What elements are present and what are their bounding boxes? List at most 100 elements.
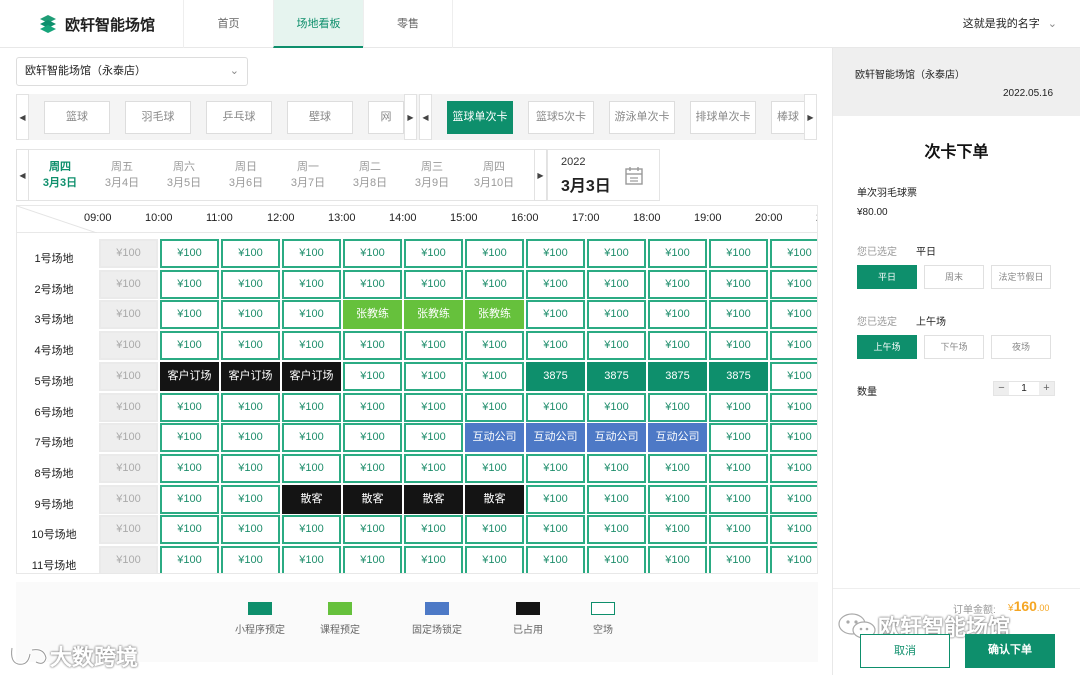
available-slot[interactable]: ¥100 bbox=[709, 331, 768, 361]
available-slot[interactable]: ¥100 bbox=[648, 239, 707, 268]
card-baseball[interactable]: 棒球 bbox=[771, 101, 805, 134]
option-weekday[interactable]: 平日 bbox=[857, 265, 917, 289]
option-afternoon[interactable]: 下午场 bbox=[924, 335, 984, 359]
available-slot[interactable]: ¥100 bbox=[648, 331, 707, 361]
available-slot[interactable]: ¥100 bbox=[343, 423, 402, 453]
user-menu[interactable]: 这就是我的名字 ⌄ bbox=[963, 0, 1057, 48]
sport-squash[interactable]: 壁球 bbox=[287, 101, 353, 134]
course-booking-cell[interactable]: 张教练 bbox=[343, 300, 402, 330]
available-slot[interactable]: ¥100 bbox=[404, 453, 463, 483]
available-slot[interactable]: ¥100 bbox=[160, 423, 219, 453]
miniprogram-booking-cell[interactable]: 3875 bbox=[526, 361, 585, 391]
available-slot[interactable]: ¥100 bbox=[526, 546, 585, 573]
occupied-cell[interactable]: 散客 bbox=[465, 484, 524, 514]
available-slot[interactable]: ¥100 bbox=[709, 453, 768, 483]
available-slot[interactable]: ¥100 bbox=[282, 239, 341, 268]
available-slot[interactable]: ¥100 bbox=[404, 515, 463, 545]
available-slot[interactable]: ¥100 bbox=[709, 269, 768, 299]
available-slot[interactable]: ¥100 bbox=[526, 239, 585, 268]
available-slot[interactable]: ¥100 bbox=[526, 331, 585, 361]
available-slot[interactable]: ¥100 bbox=[160, 546, 219, 573]
available-slot[interactable]: ¥100 bbox=[404, 269, 463, 299]
available-slot[interactable]: ¥100 bbox=[648, 453, 707, 483]
available-slot[interactable]: ¥100 bbox=[404, 392, 463, 422]
available-slot[interactable]: ¥100 bbox=[465, 331, 524, 361]
confirm-order-button[interactable]: 确认下单 bbox=[965, 634, 1055, 668]
venue-select[interactable]: 欧轩智能场馆（永泰店） ⌄ bbox=[16, 57, 248, 86]
card-swim-single[interactable]: 游泳单次卡 bbox=[609, 101, 675, 134]
available-slot[interactable]: ¥100 bbox=[526, 515, 585, 545]
available-slot[interactable]: ¥100 bbox=[221, 269, 280, 299]
plus-icon[interactable]: + bbox=[1039, 382, 1054, 395]
available-slot[interactable]: ¥100 bbox=[709, 423, 768, 453]
date-tab[interactable]: 周四 3月3日 bbox=[29, 159, 91, 191]
available-slot[interactable]: ¥100 bbox=[587, 269, 646, 299]
available-slot[interactable]: ¥100 bbox=[526, 453, 585, 483]
available-slot[interactable]: ¥100 bbox=[343, 269, 402, 299]
tab-retail[interactable]: 零售 bbox=[363, 0, 453, 48]
available-slot[interactable]: ¥100 bbox=[404, 423, 463, 453]
available-slot[interactable]: ¥100 bbox=[343, 453, 402, 483]
occupied-cell[interactable]: 客户订场 bbox=[160, 361, 219, 391]
available-slot[interactable]: ¥100 bbox=[404, 331, 463, 361]
app-logo[interactable]: 欧轩智能场馆 bbox=[37, 13, 155, 35]
available-slot[interactable]: ¥100 bbox=[526, 300, 585, 330]
fixed-lock-cell[interactable]: 互动公司 bbox=[648, 423, 707, 453]
option-morning[interactable]: 上午场 bbox=[857, 335, 917, 359]
occupied-cell[interactable]: 客户订场 bbox=[282, 361, 341, 391]
miniprogram-booking-cell[interactable]: 3875 bbox=[587, 361, 646, 391]
available-slot[interactable]: ¥100 bbox=[465, 239, 524, 268]
available-slot[interactable]: ¥100 bbox=[282, 392, 341, 422]
available-slot[interactable]: ¥100 bbox=[343, 331, 402, 361]
date-tab[interactable]: 周三 3月9日 bbox=[401, 159, 463, 191]
available-slot[interactable]: ¥100 bbox=[221, 453, 280, 483]
sports-next-icon[interactable]: ▶ bbox=[404, 94, 417, 140]
cancel-button[interactable]: 取消 bbox=[860, 634, 950, 668]
course-booking-cell[interactable]: 张教练 bbox=[404, 300, 463, 330]
minus-icon[interactable]: − bbox=[994, 382, 1009, 395]
available-slot[interactable]: ¥100 bbox=[221, 392, 280, 422]
date-tab[interactable]: 周五 3月4日 bbox=[91, 159, 153, 191]
available-slot[interactable]: ¥100 bbox=[770, 300, 817, 330]
option-weekend[interactable]: 周末 bbox=[924, 265, 984, 289]
available-slot[interactable]: ¥100 bbox=[709, 484, 768, 514]
available-slot[interactable]: ¥100 bbox=[404, 546, 463, 573]
available-slot[interactable]: ¥100 bbox=[404, 361, 463, 391]
available-slot[interactable]: ¥100 bbox=[343, 546, 402, 573]
occupied-cell[interactable]: 客户订场 bbox=[221, 361, 280, 391]
available-slot[interactable]: ¥100 bbox=[770, 484, 817, 514]
available-slot[interactable]: ¥100 bbox=[770, 361, 817, 391]
available-slot[interactable]: ¥100 bbox=[648, 392, 707, 422]
tab-home[interactable]: 首页 bbox=[183, 0, 273, 48]
available-slot[interactable]: ¥100 bbox=[221, 515, 280, 545]
available-slot[interactable]: ¥100 bbox=[709, 392, 768, 422]
occupied-cell[interactable]: 散客 bbox=[282, 484, 341, 514]
available-slot[interactable]: ¥100 bbox=[770, 515, 817, 545]
sport-basketball[interactable]: 篮球 bbox=[44, 101, 110, 134]
available-slot[interactable]: ¥100 bbox=[221, 239, 280, 268]
available-slot[interactable]: ¥100 bbox=[770, 331, 817, 361]
occupied-cell[interactable]: 散客 bbox=[404, 484, 463, 514]
date-next-icon[interactable]: ▶ bbox=[534, 149, 547, 201]
available-slot[interactable]: ¥100 bbox=[221, 300, 280, 330]
available-slot[interactable]: ¥100 bbox=[587, 300, 646, 330]
date-tab[interactable]: 周日 3月6日 bbox=[215, 159, 277, 191]
sport-badminton[interactable]: 羽毛球 bbox=[125, 101, 191, 134]
available-slot[interactable]: ¥100 bbox=[465, 546, 524, 573]
available-slot[interactable]: ¥100 bbox=[404, 239, 463, 268]
available-slot[interactable]: ¥100 bbox=[587, 453, 646, 483]
cards-prev-icon[interactable]: ◀ bbox=[419, 94, 432, 140]
date-picker[interactable]: 2022 3月3日 bbox=[547, 149, 660, 201]
available-slot[interactable]: ¥100 bbox=[526, 392, 585, 422]
sports-prev-icon[interactable]: ◀ bbox=[16, 94, 29, 140]
available-slot[interactable]: ¥100 bbox=[648, 269, 707, 299]
available-slot[interactable]: ¥100 bbox=[648, 484, 707, 514]
card-basketball-single[interactable]: 篮球单次卡 bbox=[447, 101, 513, 134]
available-slot[interactable]: ¥100 bbox=[587, 546, 646, 573]
qty-value[interactable]: 1 bbox=[1009, 382, 1039, 395]
available-slot[interactable]: ¥100 bbox=[282, 515, 341, 545]
available-slot[interactable]: ¥100 bbox=[709, 515, 768, 545]
available-slot[interactable]: ¥100 bbox=[465, 392, 524, 422]
available-slot[interactable]: ¥100 bbox=[160, 239, 219, 268]
available-slot[interactable]: ¥100 bbox=[465, 361, 524, 391]
